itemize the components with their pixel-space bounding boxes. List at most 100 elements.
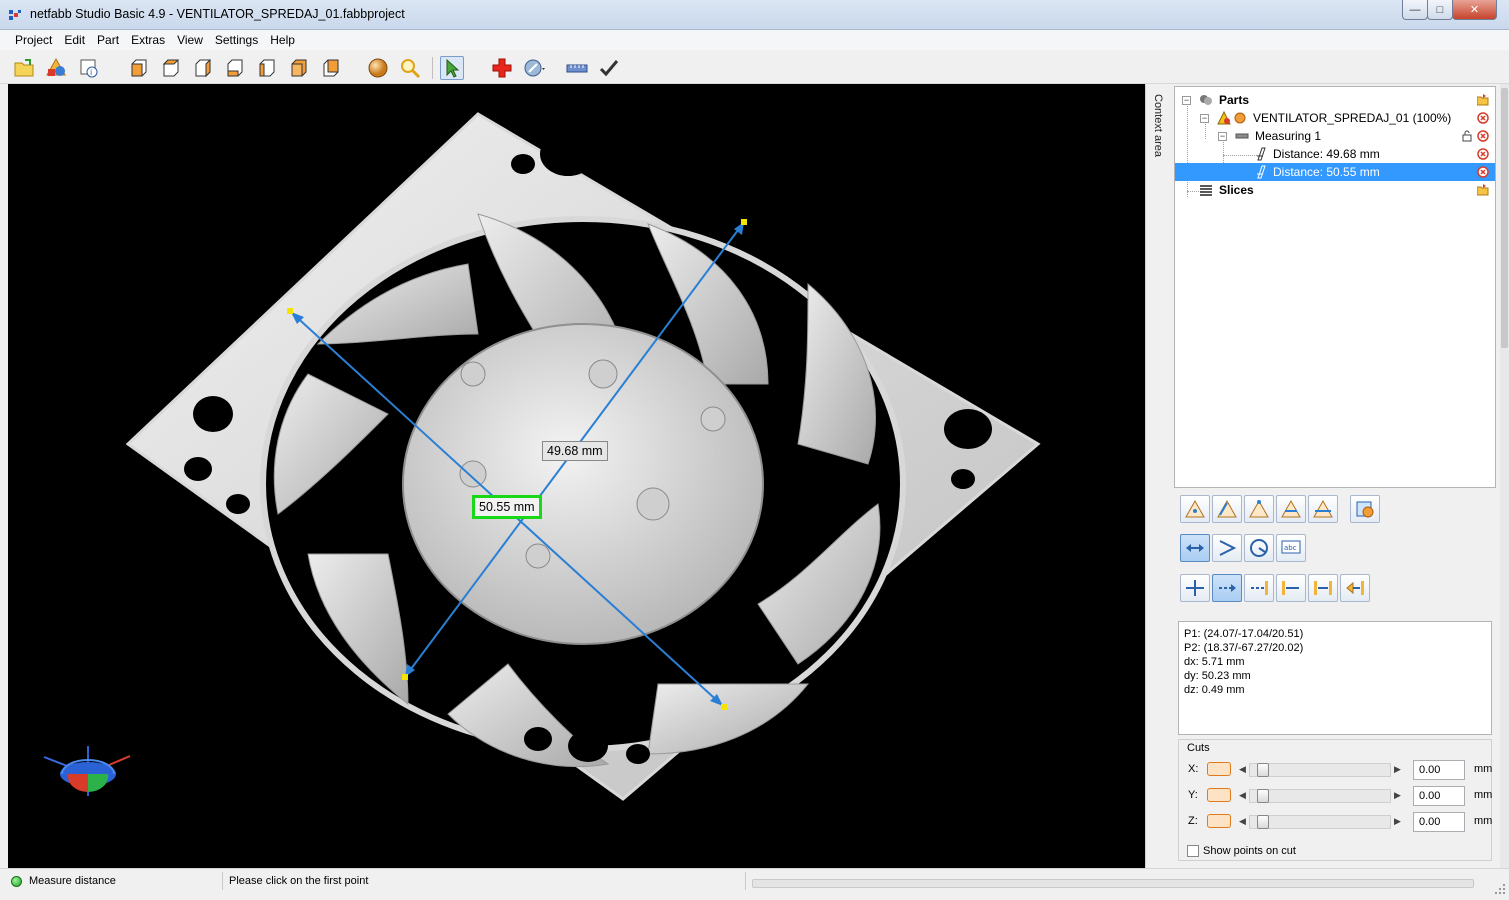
reverse-direction-button[interactable] (1340, 574, 1370, 602)
minimize-button[interactable]: — (1402, 0, 1428, 20)
menu-settings[interactable]: Settings (209, 33, 264, 47)
menu-view[interactable]: View (171, 33, 209, 47)
point-to-point-button[interactable] (1180, 574, 1210, 602)
select-pointer-icon[interactable] (440, 56, 464, 80)
right-scrollbar[interactable] (1500, 84, 1509, 868)
measure-distance-button[interactable] (1180, 534, 1210, 562)
cut-slider-x[interactable]: ◀ ▶ (1239, 763, 1401, 777)
close-button[interactable]: ✕ (1452, 0, 1497, 20)
menu-help[interactable]: Help (264, 33, 301, 47)
maximize-button[interactable]: □ (1427, 0, 1453, 20)
slider-left-arrow-icon[interactable]: ◀ (1239, 790, 1246, 801)
tree-label: Measuring 1 (1255, 129, 1322, 143)
shell-mode-button[interactable] (1308, 495, 1338, 523)
tree-item-parts[interactable]: − Parts (1175, 91, 1495, 109)
part-settings-button[interactable] (1350, 495, 1380, 523)
apply-check-icon[interactable] (597, 56, 621, 80)
tree-item-part[interactable]: − VENTILATOR_SPREDAJ_01 (100%) (1175, 109, 1495, 127)
cut-toggle-z[interactable] (1207, 814, 1231, 828)
cut-value-x[interactable]: 0.00 (1413, 760, 1465, 780)
menu-extras[interactable]: Extras (125, 33, 171, 47)
view-back-icon[interactable] (158, 56, 182, 80)
slider-left-arrow-icon[interactable]: ◀ (1239, 764, 1246, 775)
view-front-icon[interactable] (126, 56, 150, 80)
collapse-toggle[interactable]: − (1200, 114, 1209, 123)
window-title: netfabb Studio Basic 4.9 - VENTILATOR_SP… (30, 7, 405, 21)
cut-toggle-y[interactable] (1207, 788, 1231, 802)
axis-gizmo (43, 746, 131, 796)
remove-icon[interactable] (1477, 112, 1489, 124)
point-mode-button[interactable] (1180, 495, 1210, 523)
slider-thumb[interactable] (1257, 789, 1269, 803)
view-iso-icon[interactable] (318, 56, 342, 80)
add-label-button[interactable]: abc (1276, 534, 1306, 562)
slider-right-arrow-icon[interactable]: ▶ (1394, 764, 1401, 775)
distance-label-a[interactable]: 49.68 mm (542, 441, 608, 461)
view-top-icon[interactable] (254, 56, 278, 80)
distance-arrow-icon (1186, 544, 1204, 552)
distance-label-b[interactable]: 50.55 mm (472, 495, 542, 519)
edge-to-edge-button[interactable] (1212, 574, 1242, 602)
bar-to-arrow-icon (1282, 581, 1299, 595)
cut-axis-label: Y: (1188, 789, 1198, 801)
open-folder-icon[interactable] (1477, 94, 1489, 106)
slider-left-arrow-icon[interactable]: ◀ (1239, 816, 1246, 827)
plane-to-plane-button[interactable] (1308, 574, 1338, 602)
add-part-icon[interactable] (44, 56, 68, 80)
measure-angle-button[interactable] (1212, 534, 1242, 562)
menu-part[interactable]: Part (91, 33, 125, 47)
zoom-icon[interactable] (398, 56, 422, 80)
cut-axis-label: Z: (1188, 815, 1198, 827)
3d-viewport[interactable]: 49.68 mm 50.55 mm (8, 84, 1145, 868)
slider-right-arrow-icon[interactable]: ▶ (1394, 816, 1401, 827)
view-bottom-icon[interactable] (286, 56, 310, 80)
tree-item-distance-1[interactable]: Distance: 49.68 mm (1175, 145, 1495, 163)
remove-icon[interactable] (1477, 166, 1489, 178)
view-left-icon[interactable] (190, 56, 214, 80)
surface-mode-button[interactable] (1276, 495, 1306, 523)
cut-value-z[interactable]: 0.00 (1413, 812, 1465, 832)
show-points-checkbox[interactable]: Show points on cut (1187, 845, 1296, 857)
cut-axis-label: X: (1188, 763, 1199, 775)
project-tree: − Parts − VENTILATOR_SPREDAJ_01 (100%) −… (1174, 86, 1496, 488)
repair-cross-icon[interactable] (490, 56, 514, 80)
tree-item-distance-2[interactable]: Distance: 50.55 mm (1175, 163, 1495, 181)
vertex-mode-button[interactable] (1244, 495, 1274, 523)
svg-text:abc: abc (1284, 544, 1297, 552)
collapse-toggle[interactable]: − (1182, 96, 1191, 105)
slider-right-arrow-icon[interactable]: ▶ (1394, 790, 1401, 801)
ruler-icon[interactable] (565, 56, 589, 80)
measure-dropdown-icon[interactable] (522, 56, 546, 80)
scrollbar-thumb[interactable] (1501, 88, 1508, 348)
cut-slider-y[interactable]: ◀ ▶ (1239, 789, 1401, 803)
cut-toggle-x[interactable] (1207, 762, 1231, 776)
open-project-icon[interactable] (12, 56, 36, 80)
triangle-edge-icon (1217, 499, 1237, 518)
tree-item-measuring[interactable]: − Measuring 1 (1175, 127, 1495, 145)
slider-thumb[interactable] (1257, 815, 1269, 829)
tree-item-slices[interactable]: Slices (1175, 181, 1495, 199)
menu-edit[interactable]: Edit (58, 33, 91, 47)
view-right-icon[interactable] (222, 56, 246, 80)
progress-scrollbar[interactable] (752, 879, 1474, 888)
menu-project[interactable]: Project (9, 33, 58, 47)
cut-slider-z[interactable]: ◀ ▶ (1239, 815, 1401, 829)
slider-thumb[interactable] (1257, 763, 1269, 777)
checkbox-box[interactable] (1187, 845, 1199, 857)
plane-to-point-button[interactable] (1276, 574, 1306, 602)
part-info-icon[interactable]: i (77, 56, 101, 80)
toolbar: i (0, 51, 1509, 84)
resize-grip-icon[interactable] (1494, 883, 1506, 895)
collapse-toggle[interactable]: − (1218, 132, 1227, 141)
status-mode: Measure distance (29, 875, 116, 887)
edge-mode-button[interactable] (1212, 495, 1242, 523)
lock-icon[interactable] (1461, 130, 1473, 142)
context-area-splitter[interactable]: Context area (1145, 84, 1172, 868)
point-to-plane-button[interactable] (1244, 574, 1274, 602)
open-folder-icon[interactable] (1477, 184, 1489, 196)
measure-radius-button[interactable] (1244, 534, 1274, 562)
shading-sphere-icon[interactable] (366, 56, 390, 80)
remove-icon[interactable] (1477, 148, 1489, 160)
cut-value-y[interactable]: 0.00 (1413, 786, 1465, 806)
remove-icon[interactable] (1477, 130, 1489, 142)
